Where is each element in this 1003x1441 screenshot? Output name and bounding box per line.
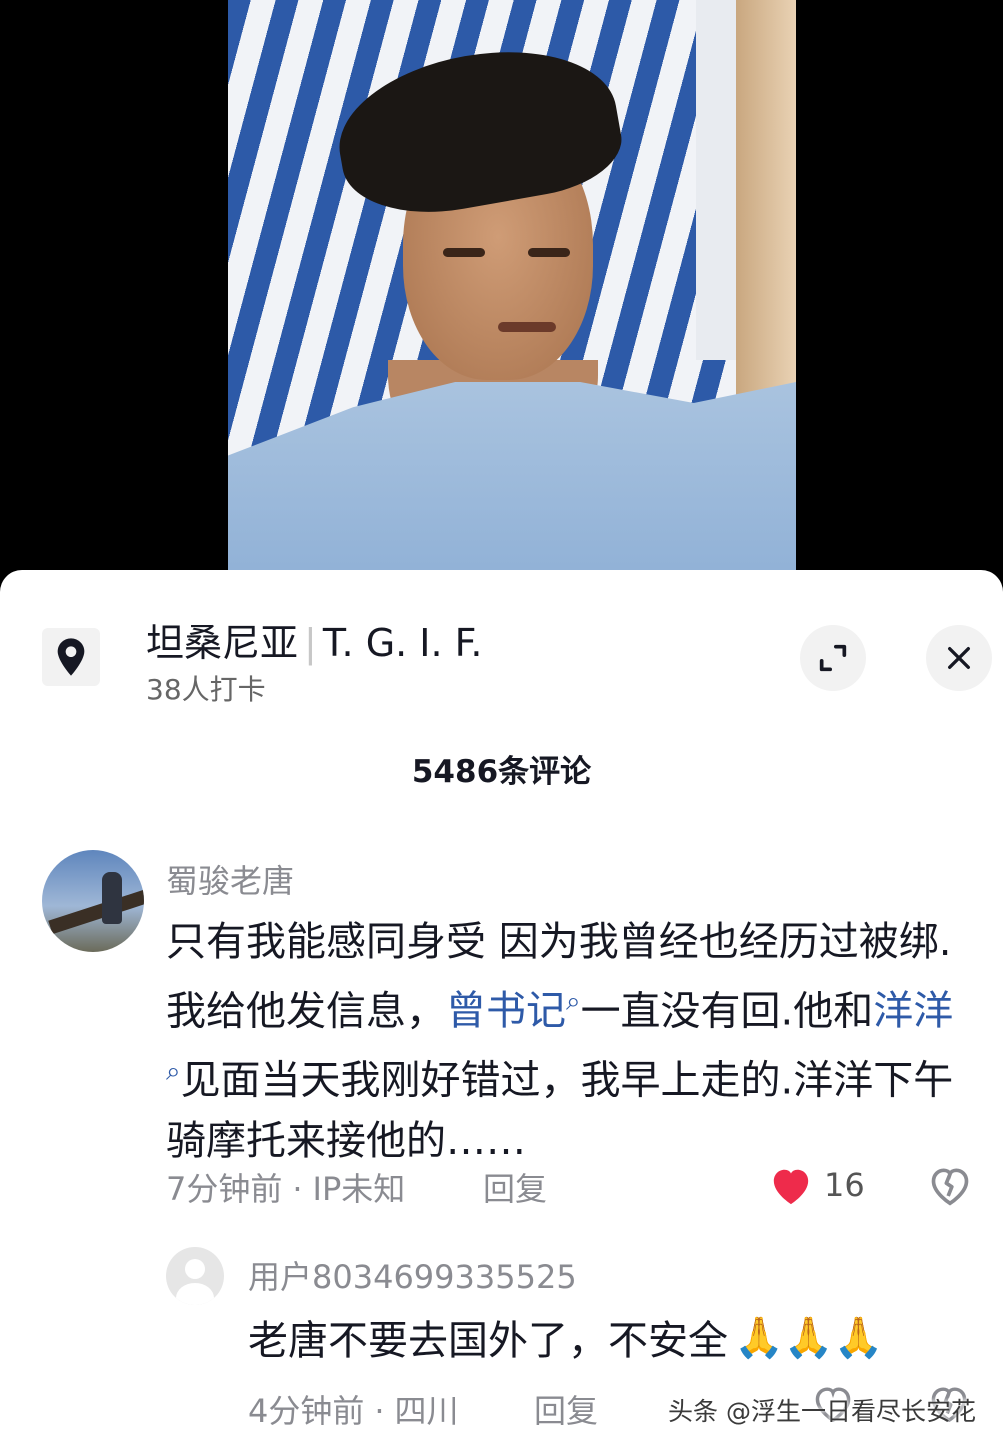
photo-sheet <box>696 0 736 360</box>
reply-meta: 4分钟前 · 四川 <box>248 1386 459 1432</box>
photo-eye-left <box>443 248 485 257</box>
comment-text-part: 一直没有回.他和 <box>580 988 874 1035</box>
like-count: 16 <box>824 1166 865 1204</box>
comment-text-part: 见面当天我刚好错过，我早上走的.洋洋下午骑摩托来接他的…… <box>166 1057 954 1164</box>
title-separator: | <box>304 621 317 665</box>
expand-icon <box>819 644 847 672</box>
checkin-count: 38人打卡 <box>146 673 266 706</box>
meta-dot: · <box>292 1170 303 1208</box>
location-name: 坦桑尼亚 <box>146 621 299 665</box>
reply-time: 4分钟前 <box>248 1392 365 1430</box>
comment-time: 7分钟前 <box>166 1170 283 1208</box>
hashtag-label: 洋洋 <box>873 988 954 1035</box>
broken-heart-icon <box>931 1168 969 1206</box>
heart-icon <box>773 1169 809 1205</box>
close-button[interactable] <box>926 625 992 691</box>
comment-count: 5486条评论 <box>411 754 592 790</box>
photo-gown <box>228 382 796 572</box>
praying-hands-emoji: 🙏🙏🙏 <box>734 1314 884 1361</box>
comment-username[interactable]: 蜀骏老唐 <box>166 856 294 902</box>
reply-text-content: 老唐不要去国外了，不安全 <box>248 1318 728 1364</box>
meta-dot: · <box>374 1392 385 1430</box>
search-mini-icon: ⌕ <box>566 987 581 1017</box>
hashtag-label: 曾书记 <box>446 988 566 1035</box>
location-tag: T. G. I. F. <box>322 621 483 665</box>
avatar-person <box>102 872 122 924</box>
reply-ip: 四川 <box>394 1392 459 1430</box>
comment-meta: 7分钟前 · IP未知 <box>166 1164 405 1210</box>
comment-text: 只有我能感同身受 因为我曾经也经历过被绑.我给他发信息，曾书记⌕一直没有回.他和… <box>166 912 966 1171</box>
avatar-branch <box>48 889 144 935</box>
comment-ip: IP未知 <box>312 1170 406 1208</box>
video-player[interactable] <box>0 0 1003 590</box>
search-mini-icon: ⌕ <box>166 1056 181 1087</box>
reply-text: 老唐不要去国外了，不安全 🙏🙏🙏 <box>248 1308 883 1366</box>
reply-button[interactable]: 回复 <box>534 1386 598 1432</box>
hashtag-link-1[interactable]: 曾书记⌕ <box>446 987 581 1035</box>
watermark: 头条 @浮生一日看尽长安花 <box>668 1397 976 1426</box>
video-frame <box>228 0 796 572</box>
expand-button[interactable] <box>800 625 866 691</box>
photo-wall <box>736 0 796 400</box>
avatar-body <box>176 1283 214 1305</box>
avatar-head <box>185 1259 205 1279</box>
location-title[interactable]: 坦桑尼亚 | T. G. I. F. <box>146 612 483 667</box>
avatar[interactable] <box>42 850 144 952</box>
avatar-placeholder-icon[interactable] <box>166 1247 224 1305</box>
photo-mouth <box>498 322 556 332</box>
like-button[interactable]: 16 <box>768 1164 865 1206</box>
reply-username[interactable]: 用户8034699335525 <box>248 1252 577 1298</box>
reply-button[interactable]: 回复 <box>483 1164 547 1210</box>
close-icon <box>948 647 970 669</box>
dislike-button[interactable] <box>928 1164 972 1210</box>
location-pin-icon[interactable] <box>42 628 100 686</box>
photo-eye-right <box>528 248 570 257</box>
